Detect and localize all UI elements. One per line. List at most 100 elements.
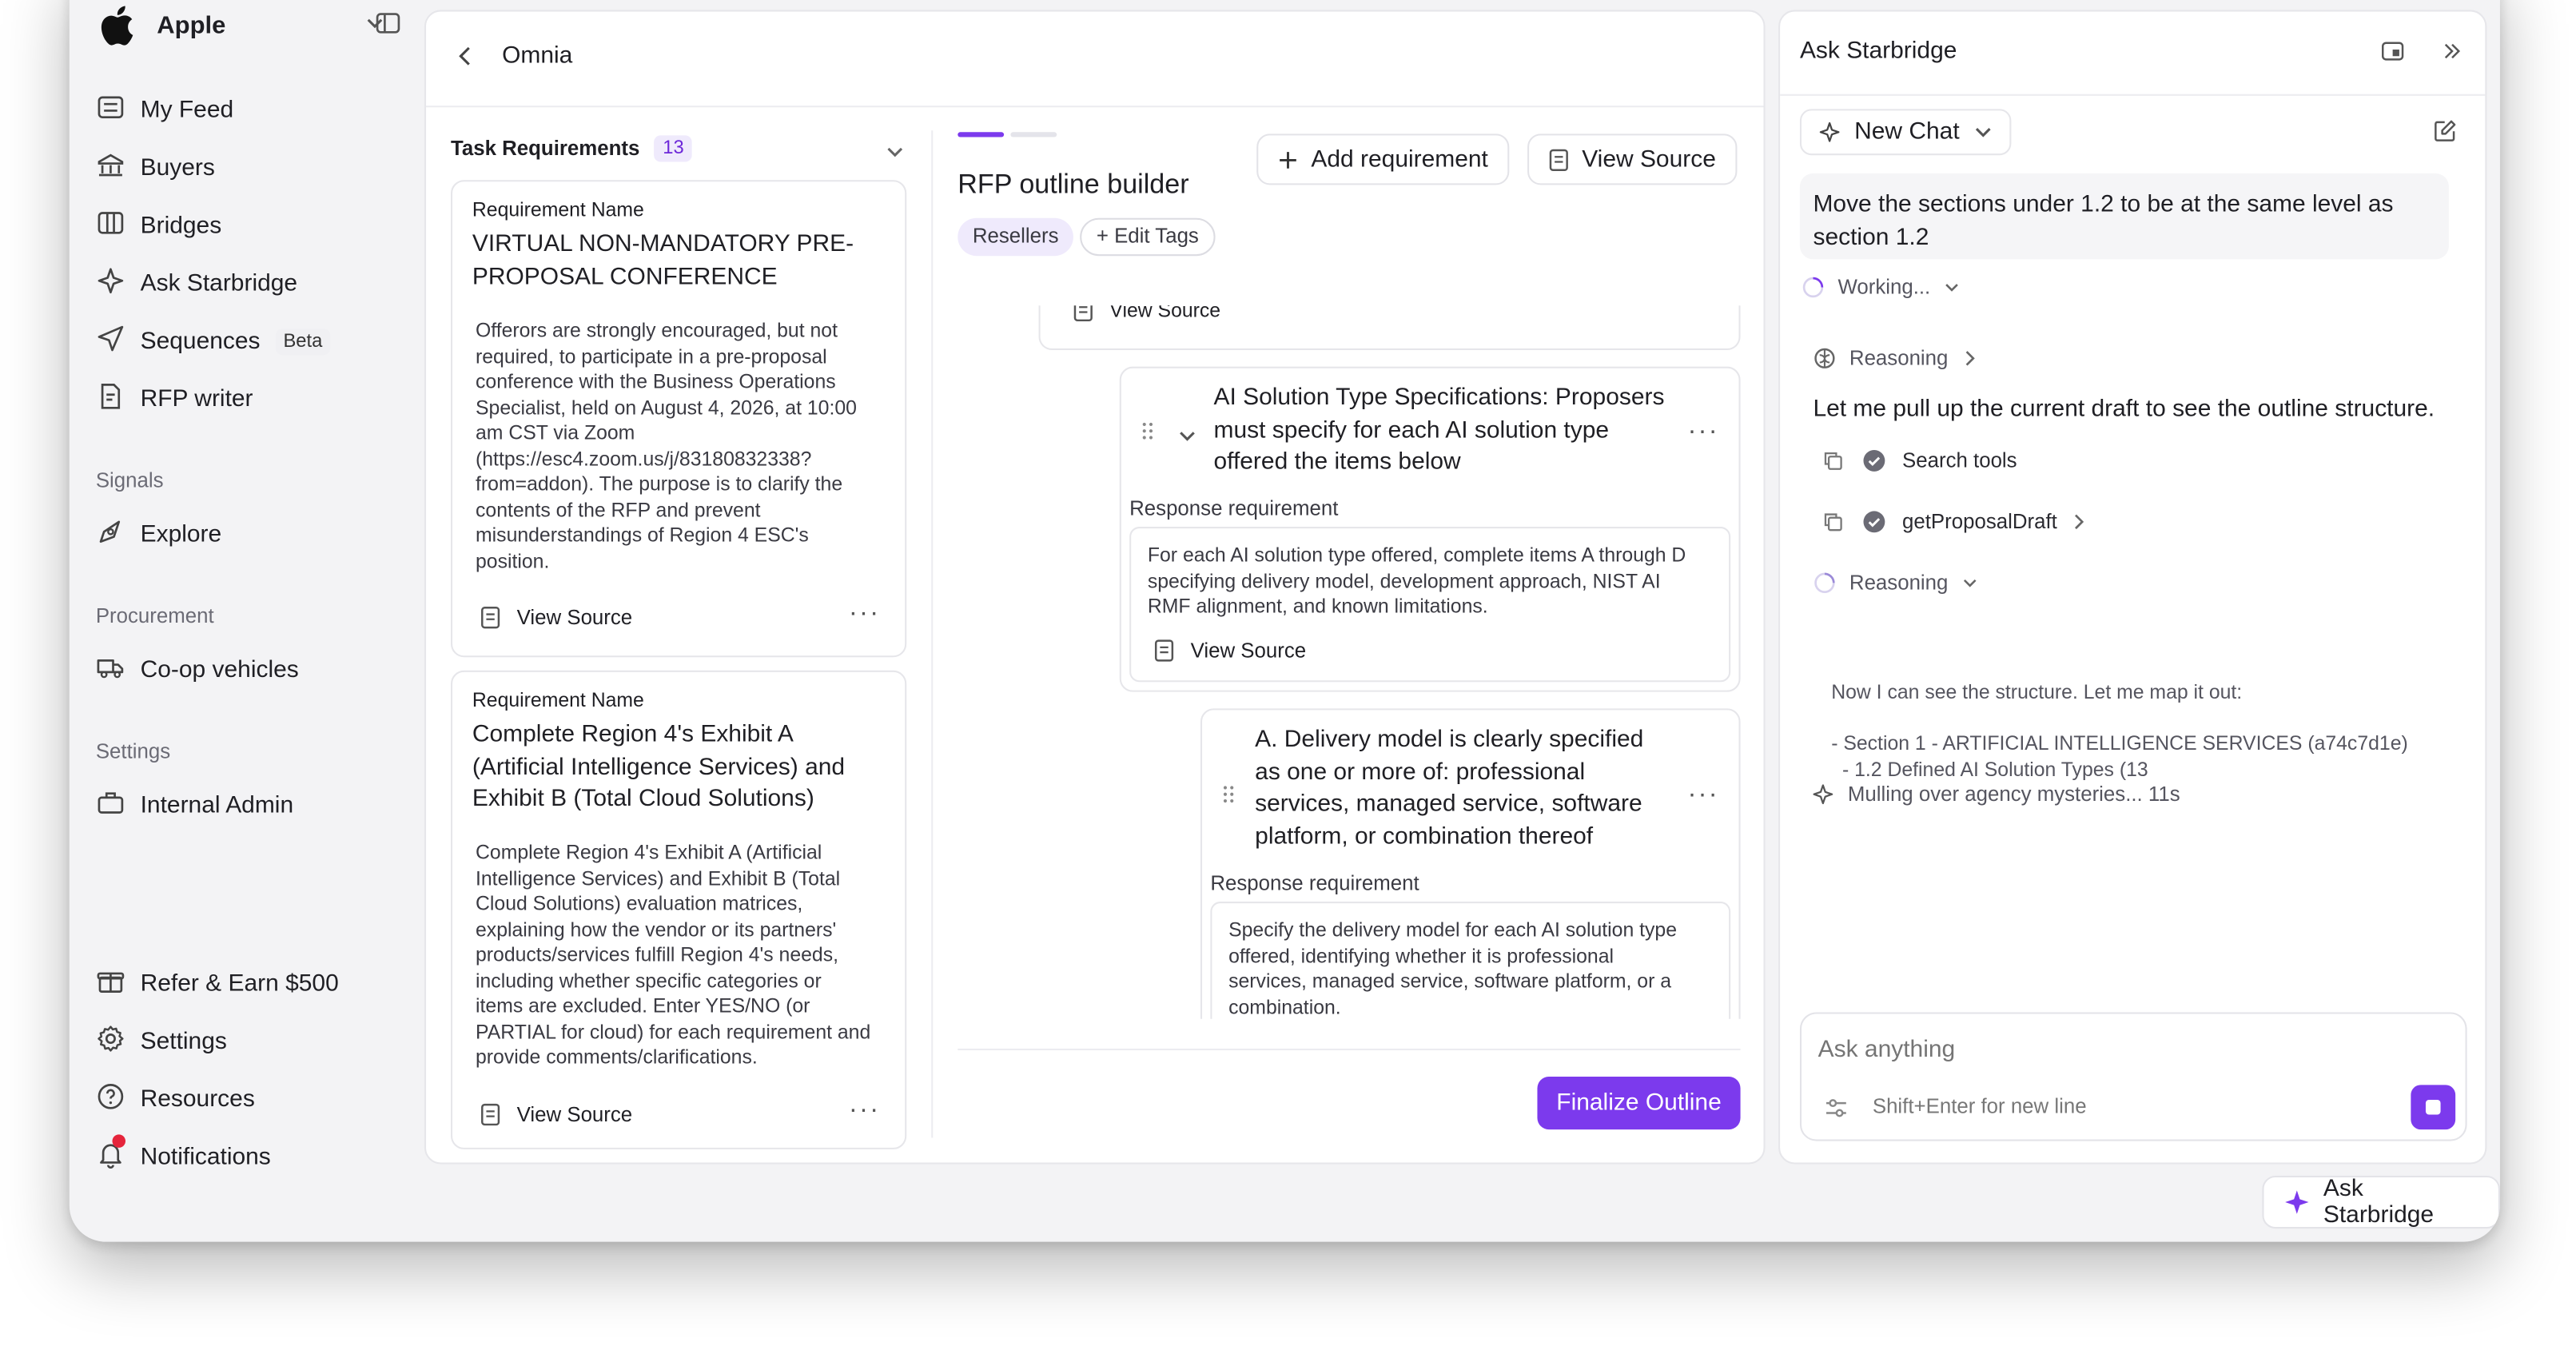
requirement-card[interactable]: Requirement Name VIRTUAL NON-MANDATORY P… xyxy=(451,180,907,658)
sidebar-item-explore[interactable]: Explore xyxy=(96,512,406,558)
tool-call[interactable]: getProposalDraft xyxy=(1823,510,2087,533)
tool-call[interactable]: Search tools xyxy=(1823,449,2017,472)
sidebar-item-co-op-vehicles[interactable]: Co-op vehicles xyxy=(96,647,406,694)
main-panel: Omnia Task Requirements 13 Requirement N… xyxy=(424,10,1766,1165)
ask-starbridge-fab[interactable]: Ask Starbridge xyxy=(2262,1175,2500,1229)
plus-icon xyxy=(1278,149,1298,169)
workspace-switcher[interactable]: Apple xyxy=(96,0,385,51)
stop-button[interactable] xyxy=(2411,1085,2456,1130)
picture-in-picture-icon[interactable] xyxy=(2381,42,2404,62)
outline-section[interactable]: AI Solution Type Specifications: Propose… xyxy=(1119,366,1741,692)
requirement-description: Offerors are strongly encouraged, but no… xyxy=(476,319,857,575)
view-source-button[interactable]: View Source xyxy=(1527,133,1738,185)
page-title: Omnia xyxy=(502,42,573,70)
back-chevron-icon[interactable] xyxy=(456,45,476,68)
requirement-label: Requirement Name xyxy=(472,197,644,221)
chat-header-divider xyxy=(1780,94,2486,96)
spinner-icon xyxy=(1802,276,1825,299)
new-chat-label: New Chat xyxy=(1854,118,1960,145)
sidebar-item-resources[interactable]: Resources xyxy=(96,1077,406,1123)
progress-step-active xyxy=(958,132,1005,137)
gear-icon xyxy=(96,1024,125,1060)
check-circle-icon xyxy=(1862,449,1885,472)
document-icon xyxy=(1154,639,1174,663)
section-heading-signals: Signals xyxy=(95,468,164,492)
finalize-outline-button[interactable]: Finalize Outline xyxy=(1537,1077,1741,1130)
section-heading-procurement: Procurement xyxy=(95,604,214,628)
sidebar-item-refer-earn[interactable]: Refer & Earn $500 xyxy=(96,961,406,1007)
response-requirement-label: Response requirement xyxy=(1129,496,1339,520)
description-line: provide comments/clarifications. xyxy=(476,1045,758,1069)
description-line: contents of the RFP and prevent xyxy=(476,497,761,521)
sidebar-item-label: RFP writer xyxy=(140,386,253,413)
requirement-card[interactable]: Requirement Name Complete Region 4's Exh… xyxy=(451,670,907,1149)
sparkle-icon xyxy=(1811,783,1834,806)
response-requirement-box[interactable]: Specify the delivery model for each AI s… xyxy=(1210,902,1731,1019)
sidebar-item-settings[interactable]: Settings xyxy=(96,1019,406,1065)
requirement-description: Complete Region 4's Exhibit A (Artificia… xyxy=(476,841,870,1071)
outline-scroll-area[interactable]: View Source AI Solution Type Specificati… xyxy=(958,305,1743,1019)
add-requirement-button[interactable]: Add requirement xyxy=(1256,133,1510,185)
sidebar-item-bridges[interactable]: Bridges xyxy=(96,203,406,249)
requirement-label: Requirement Name xyxy=(472,688,644,712)
app-window: Apple My Feed Buyers Bridges Ask Starbri… xyxy=(69,0,2500,1242)
new-chat-dropdown[interactable]: New Chat xyxy=(1799,109,2011,156)
chat-input-box: Shift+Enter for new line xyxy=(1799,1012,2467,1141)
brain-icon xyxy=(1813,347,1836,370)
view-source-link[interactable]: View Source xyxy=(480,1103,632,1126)
reasoning-toggle[interactable]: Reasoning xyxy=(1813,571,1977,595)
requirement-name: Complete Region 4's Exhibit A (Artificial… xyxy=(472,720,845,817)
assistant-reply: Let me pull up the current draft to see … xyxy=(1813,396,2435,423)
more-options-icon[interactable]: ··· xyxy=(849,1097,880,1126)
description-line: (https://esc4.zoom.us/j/83180832338? xyxy=(476,446,812,470)
thought-line: Now I can see the structure. Let me map … xyxy=(1831,680,2243,704)
drag-handle-icon[interactable] xyxy=(1141,421,1155,441)
add-requirement-label: Add requirement xyxy=(1311,145,1488,173)
view-source-link[interactable]: View Source xyxy=(1154,639,1306,663)
response-requirement-box[interactable]: For each AI solution type offered, compl… xyxy=(1129,527,1731,683)
chevron-double-right-icon[interactable] xyxy=(2443,43,2463,60)
reasoning-toggle[interactable]: Reasoning xyxy=(1813,347,1977,370)
collapse-requirements-icon[interactable] xyxy=(885,142,905,162)
sidebar-item-my-feed[interactable]: My Feed xyxy=(96,87,406,133)
description-line: from=addon). The purpose is to clarify t… xyxy=(476,472,843,496)
chat-input[interactable] xyxy=(1818,1030,2430,1070)
sidebar-item-buyers[interactable]: Buyers xyxy=(96,145,406,192)
name-line: (Artificial Intelligence Services) and xyxy=(472,754,846,781)
sliders-icon[interactable] xyxy=(1825,1097,1848,1120)
title-line: AI Solution Type Specifications: Propose… xyxy=(1213,384,1665,412)
outline-section[interactable]: A. Delivery model is clearly specified as… xyxy=(1200,708,1741,1019)
sparkle-icon xyxy=(2283,1189,2310,1216)
builder-title: RFP outline builder xyxy=(958,169,1189,200)
collapse-sidebar-icon[interactable] xyxy=(375,10,401,36)
sidebar: Apple My Feed Buyers Bridges Ask Starbri… xyxy=(70,0,424,1242)
more-options-icon[interactable]: ··· xyxy=(1687,781,1718,810)
more-options-icon[interactable]: ··· xyxy=(849,599,880,629)
compose-icon[interactable] xyxy=(2434,119,2457,142)
requirements-header: Task Requirements 13 xyxy=(451,135,693,162)
view-source-link[interactable]: View Source xyxy=(1073,305,1220,322)
sidebar-item-ask-starbridge[interactable]: Ask Starbridge xyxy=(96,261,406,307)
view-source-link[interactable]: View Source xyxy=(480,606,632,629)
description-line: misunderstandings of Region 4 ESC's xyxy=(476,523,809,547)
thought-line: - Section 1 - ARTIFICIAL INTELLIGENCE SE… xyxy=(1831,731,2408,755)
view-source-label: View Source xyxy=(516,1103,633,1127)
working-status[interactable]: Working... xyxy=(1802,276,1960,299)
tag-chip[interactable]: Resellers xyxy=(958,217,1074,257)
reasoning-label: Reasoning xyxy=(1849,346,1949,370)
description-line: am CST via Zoom xyxy=(476,420,635,444)
sidebar-item-label: Refer & Earn $500 xyxy=(140,970,339,998)
section-title: AI Solution Type Specifications: Propose… xyxy=(1214,383,1665,480)
description-line: Intelligence Services) and Exhibit B (To… xyxy=(476,866,841,890)
section-heading-settings: Settings xyxy=(95,739,171,763)
sidebar-item-rfp-writer[interactable]: RFP writer xyxy=(96,376,406,423)
sidebar-item-sequences[interactable]: Sequences Beta xyxy=(96,319,406,365)
sidebar-item-internal-admin[interactable]: Internal Admin xyxy=(96,783,406,829)
edit-tags-button[interactable]: + Edit Tags xyxy=(1080,217,1216,257)
drag-handle-icon[interactable] xyxy=(1222,784,1236,804)
chevron-down-icon[interactable] xyxy=(1177,426,1197,446)
sidebar-item-notifications[interactable]: Notifications xyxy=(96,1134,406,1181)
sidebar-item-label: Resources xyxy=(140,1086,255,1113)
more-options-icon[interactable]: ··· xyxy=(1687,418,1718,448)
column-divider xyxy=(931,130,934,1138)
